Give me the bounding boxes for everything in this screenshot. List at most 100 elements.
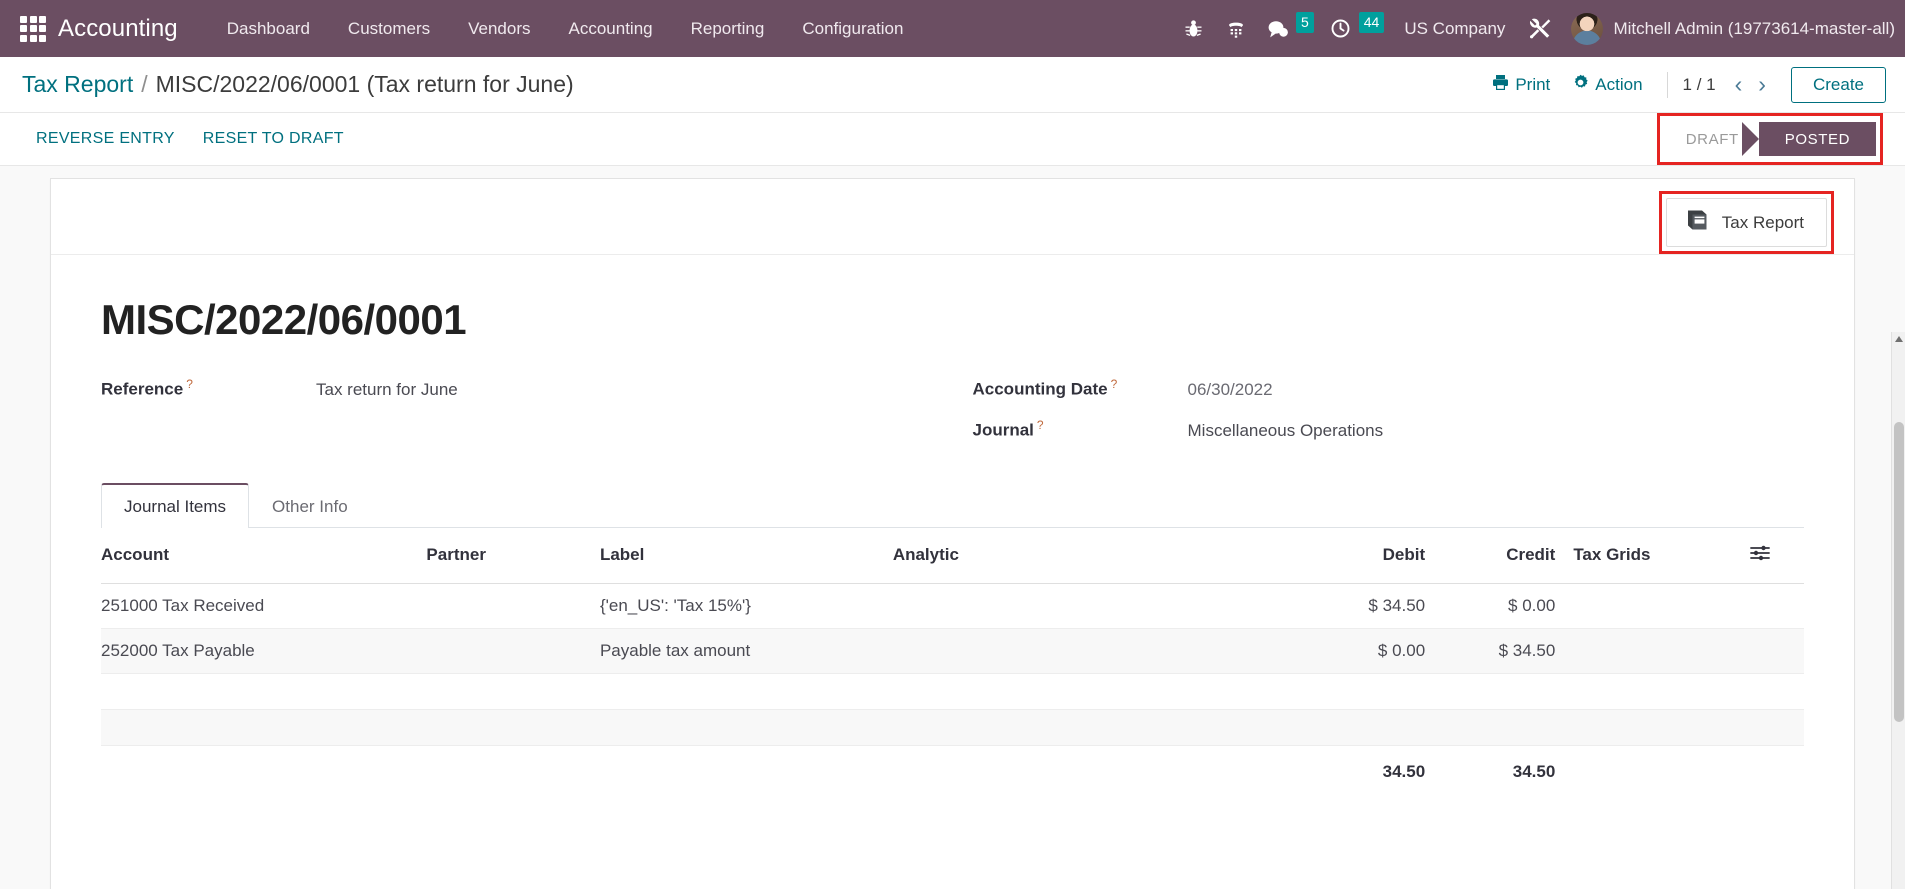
cell-row-spacer — [1749, 583, 1804, 629]
table-totals-row: 34.50 34.50 — [101, 744, 1804, 798]
help-icon-accounting-date[interactable]: ? — [1111, 377, 1118, 391]
help-icon-journal[interactable]: ? — [1037, 418, 1044, 432]
cell-empty[interactable] — [101, 673, 1804, 710]
control-panel: Tax Report / MISC/2022/06/0001 (Tax retu… — [0, 57, 1905, 113]
totals-spacer-opt — [1749, 744, 1804, 798]
cell-credit[interactable]: $ 34.50 — [1435, 628, 1566, 674]
bug-icon[interactable] — [1173, 0, 1215, 57]
user-menu[interactable]: Mitchell Admin (19773614-master-all) — [1561, 12, 1901, 45]
messaging-menu[interactable]: 5 — [1257, 0, 1320, 57]
form-body: MISC/2022/06/0001 Reference? Tax return … — [51, 255, 1854, 798]
field-journal: Journal? Miscellaneous Operations — [973, 418, 1805, 441]
field-reference-value[interactable]: Tax return for June — [316, 380, 458, 400]
menu-reporting[interactable]: Reporting — [672, 0, 784, 57]
field-reference: Reference? Tax return for June — [101, 377, 933, 400]
optional-columns-toggle[interactable] — [1749, 527, 1804, 584]
table-row[interactable]: 252000 Tax Payable Payable tax amount $ … — [101, 628, 1804, 674]
cell-label[interactable]: Payable tax amount — [599, 628, 893, 674]
cell-analytic[interactable] — [892, 628, 1219, 674]
totals-spacer-analytic — [892, 744, 1219, 798]
field-accounting-date-value[interactable]: 06/30/2022 — [1188, 380, 1273, 400]
cell-label[interactable]: {'en_US': 'Tax 15%'} — [599, 583, 893, 629]
breadcrumb-current-record: MISC/2022/06/0001 (Tax return for June) — [155, 71, 574, 97]
table-row[interactable]: 251000 Tax Received {'en_US': 'Tax 15%'}… — [101, 583, 1804, 629]
cell-tax-grids[interactable] — [1565, 583, 1750, 629]
menu-dashboard[interactable]: Dashboard — [208, 0, 329, 57]
create-button[interactable]: Create — [1790, 66, 1886, 103]
totals-debit: 34.50 — [1218, 744, 1436, 798]
cell-row-spacer — [1749, 628, 1804, 674]
menu-vendors[interactable]: Vendors — [449, 0, 549, 57]
messaging-icon[interactable] — [1257, 0, 1299, 57]
voip-phone-icon[interactable] — [1215, 0, 1257, 57]
form-column-right: Accounting Date? 06/30/2022 Journal? Mis… — [973, 377, 1805, 458]
pager-count[interactable]: 1 / 1 — [1681, 75, 1726, 95]
gear-icon — [1572, 74, 1589, 96]
book-icon — [1685, 209, 1710, 236]
help-icon-reference[interactable]: ? — [186, 377, 193, 391]
menu-accounting[interactable]: Accounting — [550, 0, 672, 57]
cell-credit[interactable]: $ 0.00 — [1435, 583, 1566, 629]
cell-account[interactable]: 251000 Tax Received — [101, 583, 427, 629]
tab-other-info[interactable]: Other Info — [249, 484, 371, 528]
action-label: Action — [1595, 74, 1643, 94]
sliders-icon[interactable] — [1749, 544, 1770, 567]
scroll-up-arrow-icon[interactable] — [1895, 336, 1903, 342]
field-accounting-date-label: Accounting Date? — [973, 377, 1188, 400]
control-panel-divider — [1666, 71, 1668, 98]
status-pipeline: DRAFT POSTED — [1667, 122, 1876, 156]
print-label: Print — [1515, 74, 1551, 94]
company-switcher[interactable]: US Company — [1390, 19, 1519, 39]
cell-partner[interactable] — [426, 628, 600, 674]
tab-journal-items[interactable]: Journal Items — [101, 482, 250, 528]
cell-debit[interactable]: $ 0.00 — [1218, 628, 1436, 674]
field-journal-label: Journal? — [973, 418, 1188, 441]
apps-grid-icon[interactable] — [20, 15, 46, 42]
scrollbar-thumb[interactable] — [1894, 422, 1904, 722]
tax-report-smart-button[interactable]: Tax Report — [1665, 198, 1827, 247]
activities-clock-icon[interactable] — [1320, 0, 1362, 57]
print-button[interactable]: Print — [1481, 70, 1561, 100]
chevron-left-icon[interactable]: ‹ — [1728, 73, 1750, 96]
tools-icon[interactable] — [1519, 0, 1561, 57]
activities-counter-badge[interactable]: 44 — [1358, 11, 1385, 33]
cell-partner[interactable] — [426, 583, 600, 629]
app-brand-accounting[interactable]: Accounting — [58, 15, 178, 43]
top-navbar: Accounting Dashboard Customers Vendors A… — [0, 0, 1905, 57]
status-pipeline-highlight: DRAFT POSTED — [1656, 113, 1883, 165]
reverse-entry-button[interactable]: REVERSE ENTRY — [22, 124, 189, 154]
table-row-empty[interactable] — [101, 673, 1804, 710]
cell-account[interactable]: 252000 Tax Payable — [101, 628, 427, 674]
field-journal-label-text: Journal — [972, 420, 1034, 440]
table-row-empty[interactable] — [101, 709, 1804, 746]
breadcrumb-root-tax-report[interactable]: Tax Report — [22, 71, 133, 98]
page-title: MISC/2022/06/0001 — [101, 296, 467, 343]
tax-report-button-highlight: Tax Report — [1658, 191, 1834, 254]
status-stage-posted[interactable]: POSTED — [1741, 122, 1876, 156]
avatar — [1571, 12, 1604, 45]
field-journal-value[interactable]: Miscellaneous Operations — [1188, 421, 1384, 441]
totals-spacer-label — [599, 744, 893, 798]
action-button[interactable]: Action — [1561, 70, 1653, 100]
cell-tax-grids[interactable] — [1565, 628, 1750, 674]
column-header-label: Label — [599, 527, 893, 584]
menu-configuration[interactable]: Configuration — [783, 0, 922, 57]
notebook-tabs: Journal Items Other Info — [101, 482, 1804, 528]
pager: 1 / 1 ‹ › — [1681, 73, 1773, 96]
vertical-scrollbar[interactable] — [1891, 332, 1905, 889]
chevron-right-icon[interactable]: › — [1751, 73, 1773, 96]
field-reference-label: Reference? — [101, 377, 316, 400]
totals-spacer-account — [101, 744, 427, 798]
cell-empty[interactable] — [101, 709, 1804, 746]
cell-analytic[interactable] — [892, 583, 1219, 629]
breadcrumb-separator: / — [141, 71, 148, 97]
reset-to-draft-button[interactable]: RESET TO DRAFT — [189, 124, 358, 154]
menu-customers[interactable]: Customers — [329, 0, 449, 57]
notebook: Journal Items Other Info Account Partner… — [101, 482, 1804, 798]
print-icon — [1492, 74, 1509, 96]
journal-items-table: Account Partner Label Analytic Debit Cre… — [101, 527, 1804, 798]
journal-items-table-body: 251000 Tax Received {'en_US': 'Tax 15%'}… — [101, 583, 1804, 746]
activities-menu[interactable]: 44 — [1320, 0, 1391, 57]
cell-debit[interactable]: $ 34.50 — [1218, 583, 1436, 629]
journal-items-table-head: Account Partner Label Analytic Debit Cre… — [101, 527, 1804, 584]
